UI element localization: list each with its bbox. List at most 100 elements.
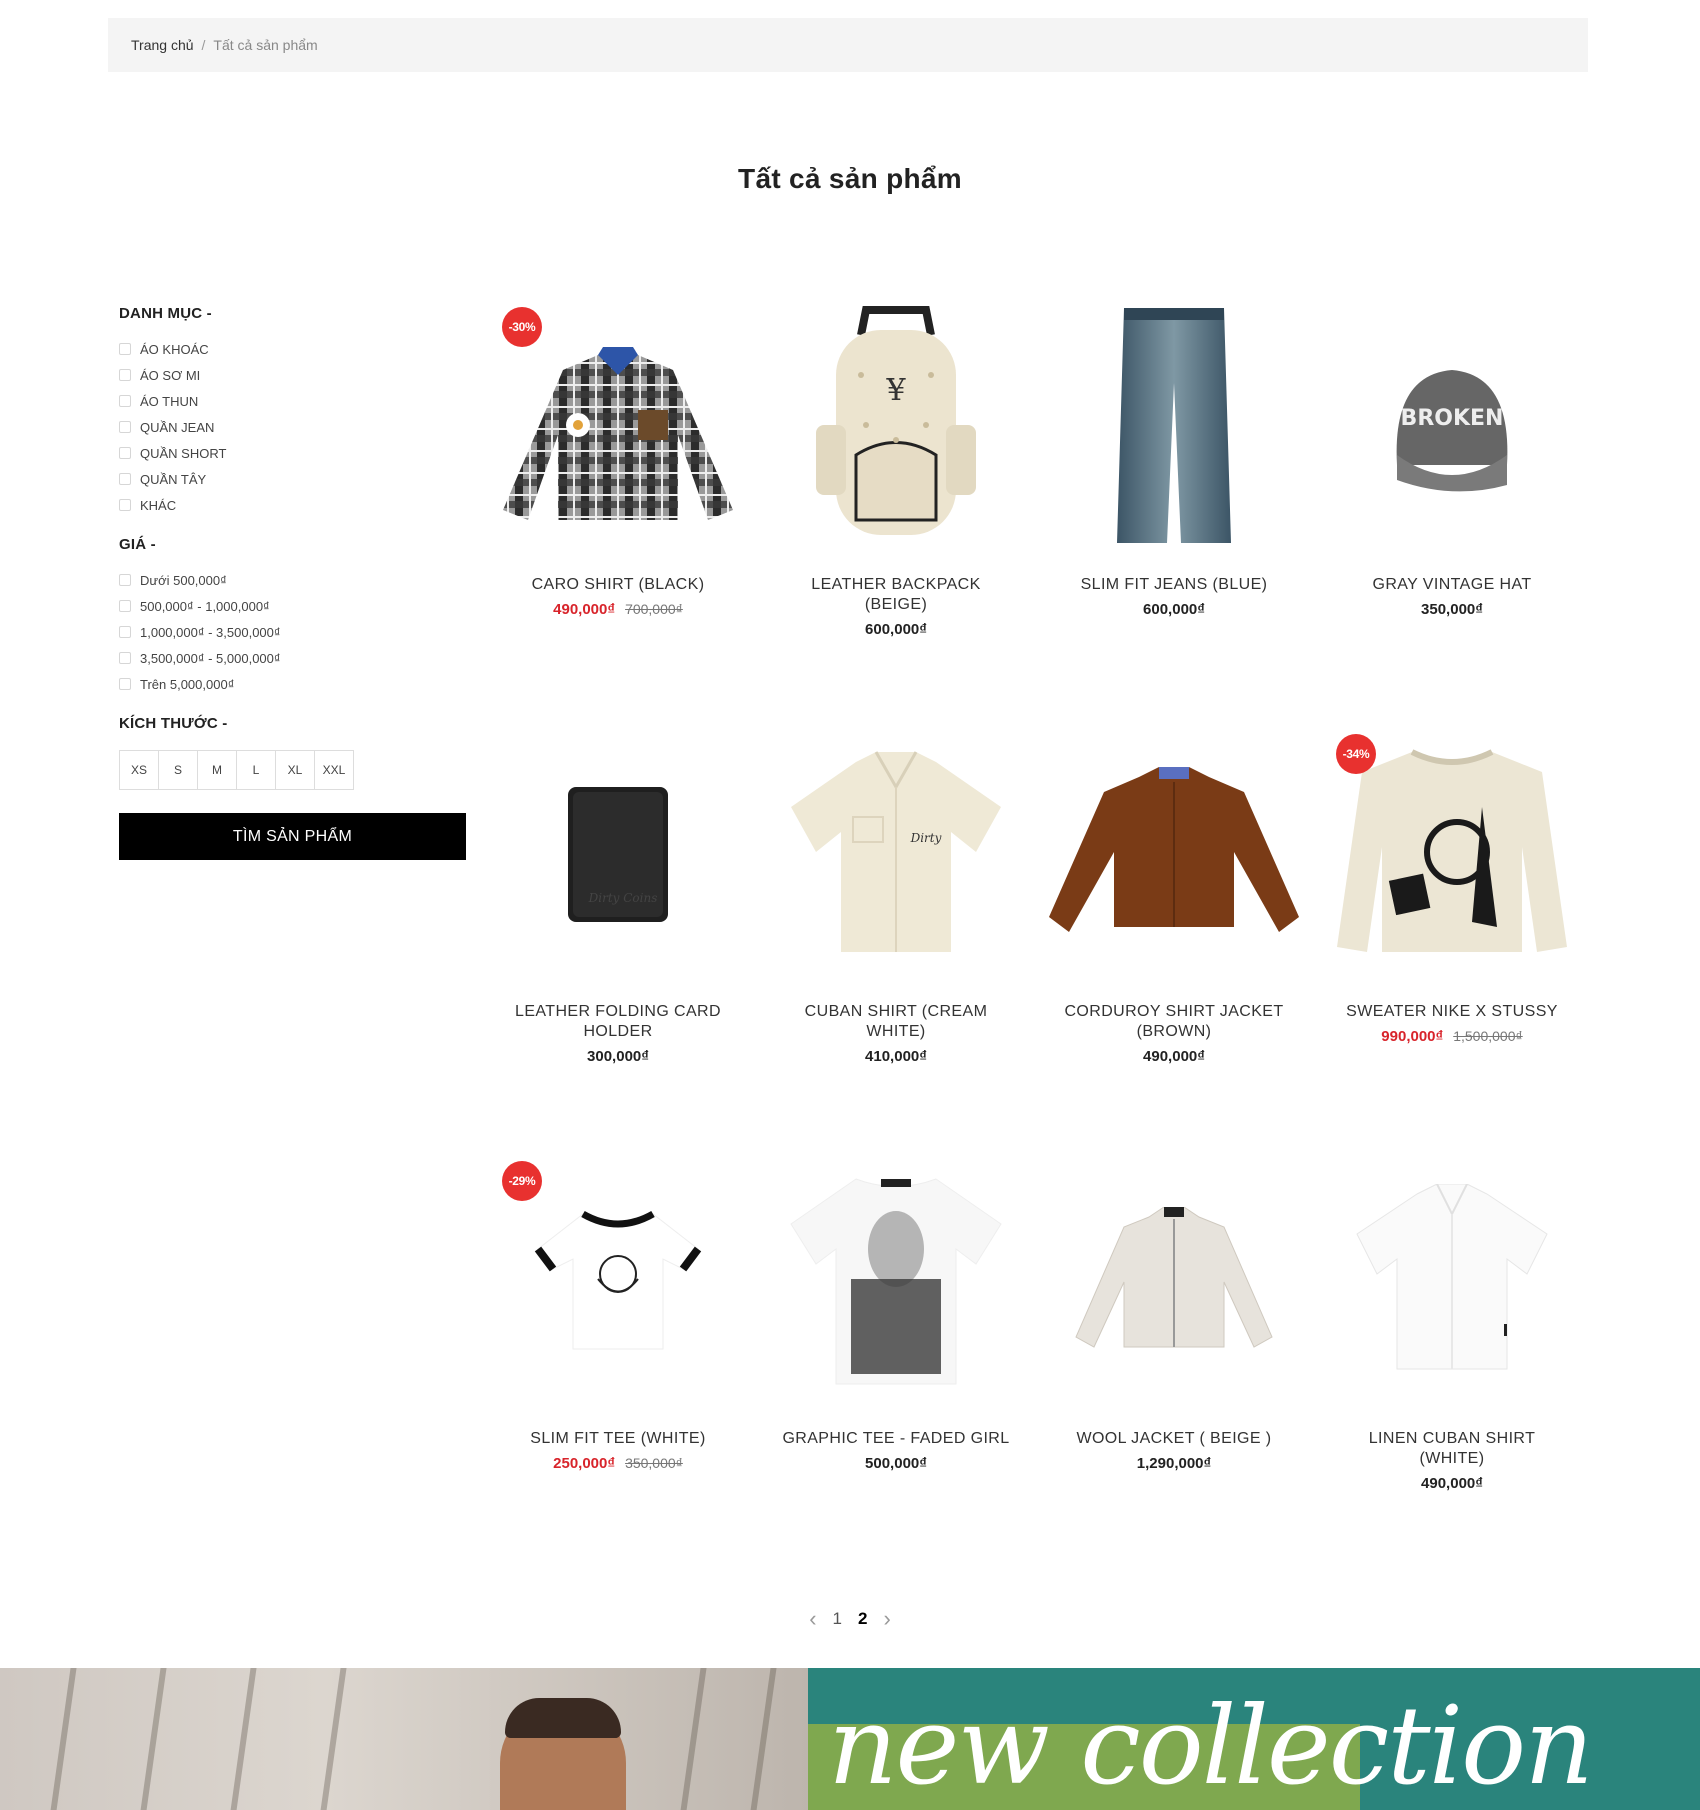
chevron-right-icon[interactable]: ›	[883, 1606, 890, 1632]
filter-heading-price[interactable]: GIÁ -	[119, 536, 469, 553]
category-option[interactable]: QUẦN SHORT	[119, 440, 469, 466]
product-card[interactable]: Dirty Coins LEATHER FOLDING CARD HOLDER …	[490, 722, 746, 1149]
checkbox[interactable]	[119, 574, 131, 586]
product-name[interactable]: GRAPHIC TEE - FADED GIRL	[768, 1429, 1024, 1449]
size-option-xxl[interactable]: XXL	[314, 750, 354, 790]
page-link-1[interactable]: 1	[833, 1609, 842, 1629]
sweater-icon	[1337, 749, 1567, 952]
price-list: Dưới 500,000₫ 500,000₫ - 1,000,000₫ 1,00…	[119, 567, 469, 697]
linen-shirt-icon	[1356, 1184, 1548, 1370]
product-image[interactable]: BROKEN	[1324, 295, 1580, 555]
price-option[interactable]: Dưới 500,000₫	[119, 567, 469, 593]
checkbox[interactable]	[119, 421, 131, 433]
sale-price: 250,000₫	[553, 1455, 616, 1472]
ringer-tee-icon	[534, 1210, 702, 1350]
product-name[interactable]: SLIM FIT JEANS (BLUE)	[1046, 575, 1302, 595]
product-name[interactable]: CUBAN SHIRT (CREAM WHITE)	[768, 1002, 1024, 1042]
size-option-xs[interactable]: XS	[119, 750, 159, 790]
banner-photo	[0, 1668, 808, 1810]
product-card[interactable]: GRAPHIC TEE - FADED GIRL 500,000₫	[768, 1149, 1024, 1576]
category-option[interactable]: QUẦN TÂY	[119, 466, 469, 492]
product-name[interactable]: SLIM FIT TEE (WHITE)	[490, 1429, 746, 1449]
checkbox[interactable]	[119, 473, 131, 485]
product-card[interactable]: -34% SWEATER NIKE X STUSSY 990,000₫ 1,500…	[1324, 722, 1580, 1149]
price: 490,000₫	[1143, 1048, 1205, 1065]
search-products-button[interactable]: TÌM SẢN PHẨM	[119, 813, 466, 860]
product-image[interactable]: -34%	[1324, 722, 1580, 982]
product-name[interactable]: WOOL JACKET ( BEIGE )	[1046, 1429, 1302, 1449]
product-card[interactable]: ¥ LEATHER BACKPACK (BEIGE) 600,000₫	[768, 295, 1024, 722]
product-card[interactable]: LINEN CUBAN SHIRT (WHITE) 490,000₫	[1324, 1149, 1580, 1576]
category-option[interactable]: ÁO KHOÁC	[119, 336, 469, 362]
new-collection-banner[interactable]: new collection	[0, 1668, 1700, 1810]
size-option-xl[interactable]: XL	[275, 750, 315, 790]
product-name[interactable]: CARO SHIRT (BLACK)	[490, 575, 746, 595]
product-card[interactable]: SLIM FIT JEANS (BLUE) 600,000₫	[1046, 295, 1302, 722]
product-card[interactable]: -30% CARO SHIRT (BLACK) 490,000₫ 700,000₫	[490, 295, 746, 722]
price-option[interactable]: 500,000₫ - 1,000,000₫	[119, 593, 469, 619]
product-card[interactable]: BROKEN GRAY VINTAGE HAT 350,000₫	[1324, 295, 1580, 722]
model-hair	[505, 1698, 621, 1738]
product-image[interactable]	[1046, 1149, 1302, 1409]
discount-badge: -29%	[502, 1161, 542, 1201]
product-image[interactable]	[768, 1149, 1024, 1409]
product-image[interactable]: ¥	[768, 295, 1024, 555]
product-price: 600,000₫	[768, 621, 1024, 638]
size-option-l[interactable]: L	[236, 750, 276, 790]
product-card[interactable]: CORDUROY SHIRT JACKET (BROWN) 490,000₫	[1046, 722, 1302, 1149]
product-image[interactable]: Dirty	[768, 722, 1024, 982]
product-name[interactable]: CORDUROY SHIRT JACKET (BROWN)	[1046, 1002, 1302, 1042]
page-link-2-active[interactable]: 2	[858, 1609, 867, 1629]
option-label: 500,000₫ - 1,000,000₫	[140, 598, 270, 614]
filter-heading-size[interactable]: KÍCH THƯỚC -	[119, 715, 469, 732]
chevron-left-icon[interactable]: ‹	[809, 1606, 816, 1632]
checkbox[interactable]	[119, 626, 131, 638]
product-name[interactable]: SWEATER NIKE X STUSSY	[1324, 1002, 1580, 1022]
product-name[interactable]: LEATHER BACKPACK (BEIGE)	[768, 575, 1024, 615]
category-option[interactable]: ÁO SƠ MI	[119, 362, 469, 388]
product-card[interactable]: -29% SLIM FIT TEE (WHITE) 250,000₫ 350,00…	[490, 1149, 746, 1576]
category-option[interactable]: ÁO THUN	[119, 388, 469, 414]
checkbox[interactable]	[119, 343, 131, 355]
product-image[interactable]: Dirty Coins	[490, 722, 746, 982]
checkbox[interactable]	[119, 369, 131, 381]
product-image[interactable]	[1046, 722, 1302, 982]
product-name[interactable]: LEATHER FOLDING CARD HOLDER	[490, 1002, 746, 1042]
cap-icon: BROKEN	[1396, 370, 1508, 492]
checkbox[interactable]	[119, 499, 131, 511]
svg-text:¥: ¥	[885, 373, 906, 408]
product-card[interactable]: WOOL JACKET ( BEIGE ) 1,290,000₫	[1046, 1149, 1302, 1576]
checkbox[interactable]	[119, 652, 131, 664]
price-option[interactable]: 3,500,000₫ - 5,000,000₫	[119, 645, 469, 671]
filter-heading-category[interactable]: DANH MỤC -	[119, 305, 469, 322]
price: 1,290,000₫	[1136, 1455, 1212, 1472]
size-option-m[interactable]: M	[197, 750, 237, 790]
product-image[interactable]	[1046, 295, 1302, 555]
product-name[interactable]: GRAY VINTAGE HAT	[1324, 575, 1580, 595]
price-option[interactable]: 1,000,000₫ - 3,500,000₫	[119, 619, 469, 645]
price-option[interactable]: Trên 5,000,000₫	[119, 671, 469, 697]
category-option[interactable]: KHÁC	[119, 492, 469, 518]
breadcrumb-home-link[interactable]: Trang chủ	[131, 37, 194, 53]
product-price: 490,000₫	[1046, 1048, 1302, 1065]
wool-jacket-icon	[1075, 1206, 1273, 1348]
price: 410,000₫	[865, 1048, 927, 1065]
original-price: 700,000₫	[625, 601, 683, 617]
product-name[interactable]: LINEN CUBAN SHIRT (WHITE)	[1324, 1429, 1580, 1469]
product-image[interactable]	[1324, 1149, 1580, 1409]
price: 350,000₫	[1421, 601, 1483, 618]
checkbox[interactable]	[119, 395, 131, 407]
product-image[interactable]: -30%	[490, 295, 746, 555]
product-image[interactable]: -29%	[490, 1149, 746, 1409]
option-label: QUẦN SHORT	[140, 445, 227, 461]
option-label: 1,000,000₫ - 3,500,000₫	[140, 624, 281, 640]
product-price: 990,000₫ 1,500,000₫	[1324, 1028, 1580, 1045]
option-label: Trên 5,000,000₫	[140, 676, 235, 692]
product-card[interactable]: Dirty CUBAN SHIRT (CREAM WHITE) 410,000₫	[768, 722, 1024, 1149]
checkbox[interactable]	[119, 447, 131, 459]
graphic-tee-icon	[790, 1178, 1002, 1385]
checkbox[interactable]	[119, 678, 131, 690]
category-option[interactable]: QUẦN JEAN	[119, 414, 469, 440]
size-option-s[interactable]: S	[158, 750, 198, 790]
checkbox[interactable]	[119, 600, 131, 612]
